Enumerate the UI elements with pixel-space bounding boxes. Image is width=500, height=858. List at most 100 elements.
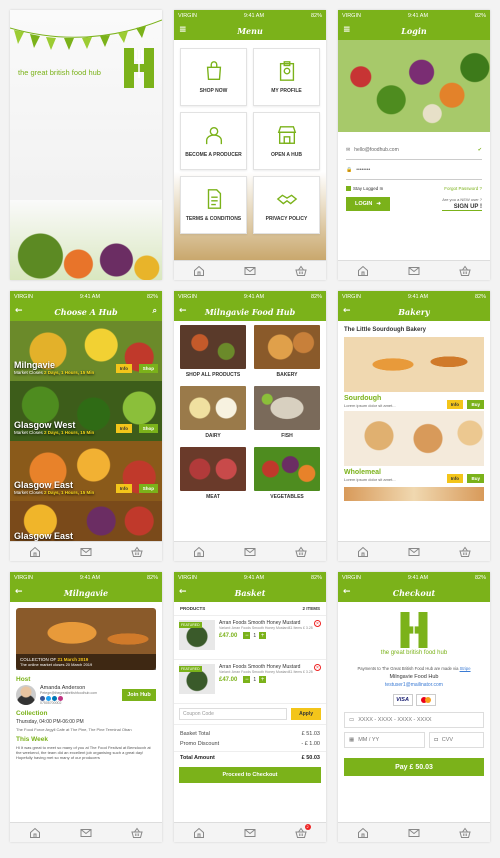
user-email: testuser1@mailinator.com bbox=[385, 682, 443, 688]
back-arrow-icon[interactable]: ← bbox=[15, 587, 23, 597]
coupon-input[interactable]: Coupon Code bbox=[179, 708, 288, 720]
tab-home[interactable] bbox=[355, 826, 371, 840]
hub-card-glasgow-east-2[interactable]: Glasgow East bbox=[10, 501, 162, 541]
stripe-link[interactable]: Stripe bbox=[460, 666, 471, 671]
apply-button[interactable]: Apply bbox=[291, 708, 321, 720]
tab-basket[interactable]: 2 bbox=[293, 823, 311, 840]
card-number-field[interactable]: ▭ XXXX - XXXX - XXXX - XXXX bbox=[344, 712, 484, 728]
category-label: BAKERY bbox=[276, 372, 298, 378]
menu-item-privacy[interactable]: PRIVACY POLICY bbox=[253, 176, 320, 234]
category-grid: SHOP ALL PRODUCTS BAKERY DAIRY FISH MEAT… bbox=[174, 321, 326, 508]
menu-item-open-hub[interactable]: OPEN A HUB bbox=[253, 112, 320, 170]
menu-item-become-producer[interactable]: BECOME A PRODUCER bbox=[180, 112, 247, 170]
increment-button[interactable]: + bbox=[259, 676, 267, 683]
remove-icon[interactable]: × bbox=[314, 620, 321, 627]
tab-messages[interactable] bbox=[242, 826, 258, 840]
tab-home[interactable] bbox=[27, 545, 43, 559]
tab-basket[interactable] bbox=[129, 826, 145, 840]
tab-home[interactable] bbox=[191, 545, 207, 559]
cvv-field[interactable]: ◘ CVV bbox=[429, 732, 484, 748]
menu-item-shop-now[interactable]: SHOP NOW bbox=[180, 48, 247, 106]
join-hub-button[interactable]: Join Hub bbox=[122, 689, 156, 701]
hub-card-milngavie[interactable]: Milngavie Market Closes 2 Days, 1 Hours, … bbox=[10, 321, 162, 381]
tab-basket[interactable] bbox=[293, 545, 309, 559]
signup-link[interactable]: SIGN UP ! bbox=[442, 204, 482, 211]
remove-icon[interactable]: × bbox=[314, 664, 321, 671]
tab-messages[interactable] bbox=[406, 545, 422, 559]
tab-basket[interactable] bbox=[457, 545, 473, 559]
email-field[interactable]: ✉ hello@foodhub.com ✔ bbox=[346, 140, 482, 160]
menu-item-terms[interactable]: TERMS & CONDITIONS bbox=[180, 176, 247, 234]
collection-address: The Food Force Argyll Cafe at The Pine, … bbox=[16, 727, 132, 732]
tab-home[interactable] bbox=[27, 826, 43, 840]
forgot-password-link[interactable]: Forgot Password ? bbox=[444, 186, 482, 191]
shop-button[interactable]: Shop bbox=[138, 424, 158, 433]
status-bar: VIRGIN 9:41 AM 82% bbox=[174, 291, 326, 303]
tab-basket[interactable] bbox=[457, 826, 473, 840]
stay-logged-checkbox[interactable]: Stay Logged In bbox=[346, 186, 383, 191]
hub-card-glasgow-east[interactable]: Glasgow East Market Closes 2 Days, 1 Hour… bbox=[10, 441, 162, 501]
menu-item-my-profile[interactable]: MY PROFILE bbox=[253, 48, 320, 106]
info-button[interactable]: Info bbox=[446, 399, 464, 409]
checkout-header: ← Checkout bbox=[338, 584, 490, 602]
info-button[interactable]: Info bbox=[115, 424, 132, 433]
tab-home[interactable] bbox=[355, 545, 371, 559]
tab-messages[interactable] bbox=[406, 264, 422, 278]
info-button[interactable]: Info bbox=[446, 473, 464, 483]
product-card-sourdough[interactable]: Sourdough Lorem ipsum dolor sit amet... I… bbox=[338, 337, 490, 411]
search-icon[interactable]: ⌕ bbox=[153, 306, 157, 316]
category-label: DAIRY bbox=[205, 433, 221, 439]
login-label: LOGIN bbox=[354, 201, 373, 207]
hub-card-glasgow-west[interactable]: Glasgow West Market Closes 2 Days, 1 Hour… bbox=[10, 381, 162, 441]
tab-messages[interactable] bbox=[242, 545, 258, 559]
tab-basket[interactable] bbox=[457, 264, 473, 278]
tab-home[interactable] bbox=[191, 264, 207, 278]
increment-button[interactable]: + bbox=[259, 632, 267, 639]
decrement-button[interactable]: − bbox=[243, 632, 251, 639]
category-shop-all[interactable]: SHOP ALL PRODUCTS bbox=[180, 325, 246, 382]
tab-messages[interactable] bbox=[242, 264, 258, 278]
back-arrow-icon[interactable]: ← bbox=[343, 306, 351, 316]
proceed-checkout-button[interactable]: Proceed to Checkout bbox=[179, 767, 321, 783]
password-field[interactable]: 🔒 •••••••• bbox=[346, 160, 482, 180]
tab-messages[interactable] bbox=[406, 826, 422, 840]
category-fish[interactable]: FISH bbox=[254, 386, 320, 443]
info-button[interactable]: Info bbox=[115, 364, 132, 373]
product-desc: Lorem ipsum dolor sit amet... bbox=[344, 477, 396, 482]
tab-home[interactable] bbox=[355, 264, 371, 278]
category-vegetables[interactable]: VEGETABLES bbox=[254, 447, 320, 504]
host-email[interactable]: Petege@thegreatbritishfoodhub.com bbox=[40, 691, 118, 695]
tab-basket[interactable] bbox=[129, 545, 145, 559]
decrement-button[interactable]: − bbox=[243, 676, 251, 683]
buy-button[interactable]: Buy bbox=[467, 473, 484, 483]
category-meat[interactable]: MEAT bbox=[180, 447, 246, 504]
hamburger-icon[interactable]: ≡ bbox=[343, 25, 351, 35]
expiry-field[interactable]: ▦ MM / YY bbox=[344, 732, 426, 748]
splash-tagline: the great british food hub bbox=[18, 68, 101, 77]
shop-name: The Little Sourdough Bakery bbox=[344, 327, 427, 333]
hamburger-icon[interactable]: ≡ bbox=[179, 25, 187, 35]
card-number-placeholder: XXXX - XXXX - XXXX - XXXX bbox=[358, 717, 432, 723]
basket-icon bbox=[295, 546, 307, 558]
buy-button[interactable]: Buy bbox=[467, 399, 484, 409]
checkout-tagline: the great british food hub bbox=[380, 650, 448, 656]
back-arrow-icon[interactable]: ← bbox=[343, 587, 351, 597]
back-arrow-icon[interactable]: ← bbox=[15, 306, 23, 316]
splash-screen: the great british food hub bbox=[10, 10, 162, 280]
back-arrow-icon[interactable]: ← bbox=[179, 306, 187, 316]
host-phone[interactable]: 07505700002 bbox=[40, 701, 118, 705]
shop-button[interactable]: Shop bbox=[138, 364, 158, 373]
login-button[interactable]: LOGIN ➜ bbox=[346, 197, 390, 211]
shop-button[interactable]: Shop bbox=[138, 484, 158, 493]
pay-button[interactable]: Pay £ 50.03 bbox=[344, 758, 484, 776]
lock-icon: ◘ bbox=[434, 737, 438, 743]
category-dairy[interactable]: DAIRY bbox=[180, 386, 246, 443]
category-bakery[interactable]: BAKERY bbox=[254, 325, 320, 382]
info-button[interactable]: Info bbox=[115, 484, 132, 493]
tab-basket[interactable] bbox=[293, 264, 309, 278]
tab-messages[interactable] bbox=[78, 826, 94, 840]
tab-home[interactable] bbox=[191, 826, 207, 840]
product-card-wholemeal[interactable]: Wholemeal Lorem ipsum dolor sit amet... I… bbox=[338, 411, 490, 485]
back-arrow-icon[interactable]: ← bbox=[179, 587, 187, 597]
tab-messages[interactable] bbox=[78, 545, 94, 559]
